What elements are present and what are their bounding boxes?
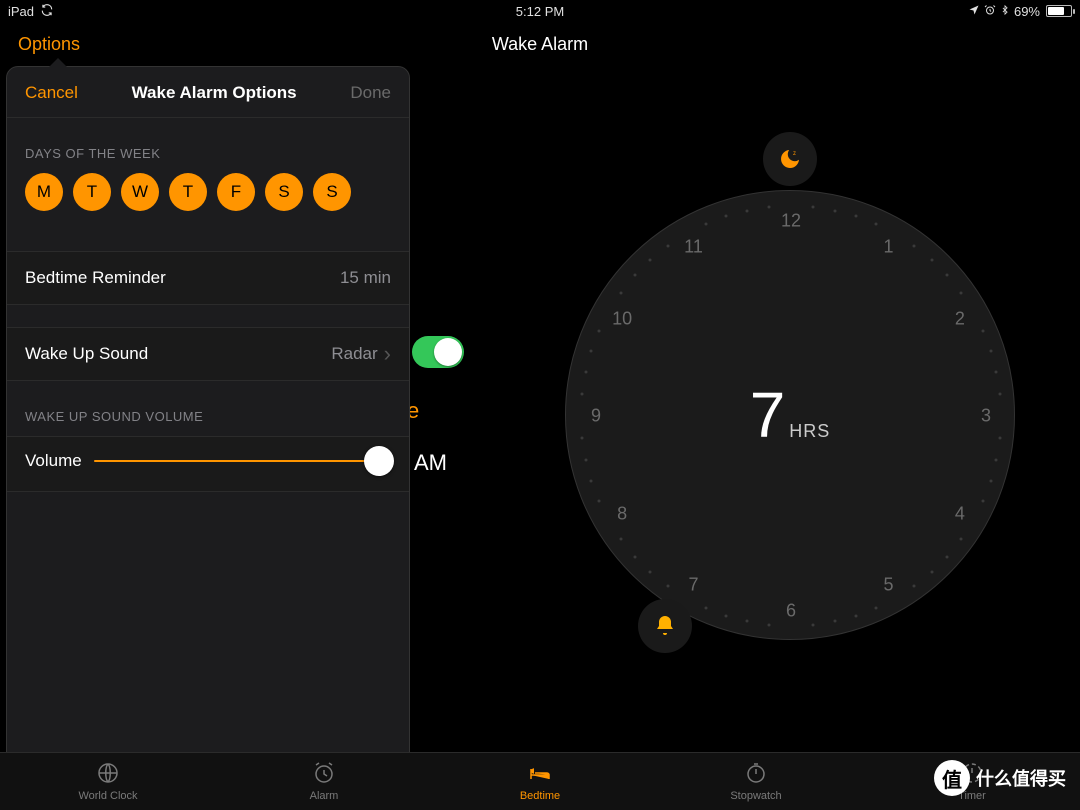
day-mon[interactable]: M [25,173,63,211]
volume-slider[interactable] [94,460,391,462]
day-tue[interactable]: T [73,173,111,211]
battery-percent: 69% [1014,4,1040,19]
bedtime-reminder-row[interactable]: Bedtime Reminder 15 min [7,252,409,304]
watermark: 值 什么值得买 [934,760,1066,796]
hour-label-7: 7 [682,574,706,595]
alarm-status-icon [984,4,996,19]
hour-label-12: 12 [779,211,803,232]
day-sat[interactable]: S [265,173,303,211]
tab-stopwatch[interactable]: Stopwatch [648,753,864,810]
bedtime-handle[interactable]: z [763,132,817,186]
status-bar: iPad 5:12 PM 69% [0,0,1080,22]
status-time: 5:12 PM [516,4,564,19]
day-thu[interactable]: T [169,173,207,211]
popover-title: Wake Alarm Options [132,83,297,103]
hour-label-11: 11 [682,237,706,258]
tab-bedtime[interactable]: Bedtime [432,753,648,810]
day-sun[interactable]: S [313,173,351,211]
volume-label: Volume [25,451,82,471]
options-popover: Cancel Wake Alarm Options Done DAYS OF T… [6,66,410,766]
day-fri[interactable]: F [217,173,255,211]
page-title: Wake Alarm [492,34,588,55]
tab-label: Stopwatch [730,790,781,802]
wake-handle[interactable] [638,599,692,653]
wake-alarm-toggle[interactable] [412,336,464,368]
bedtime-reminder-value: 15 min [340,268,391,288]
tab-bar: World Clock Alarm Bedtime Stopwatch Time… [0,752,1080,810]
tab-alarm[interactable]: Alarm [216,753,432,810]
wake-sound-row[interactable]: Wake Up Sound Radar › [7,328,409,380]
sync-icon [40,3,54,20]
hour-label-6: 6 [779,601,803,622]
location-icon [968,4,980,19]
day-wed[interactable]: W [121,173,159,211]
tab-label: World Clock [78,790,137,802]
wake-time-fragment: AM [414,450,447,476]
tab-label: Alarm [310,790,339,802]
tab-world-clock[interactable]: World Clock [0,753,216,810]
hour-label-1: 1 [877,237,901,258]
battery-icon [1046,5,1072,17]
bedtime-reminder-label: Bedtime Reminder [25,268,166,288]
bluetooth-icon [1000,4,1010,19]
options-button[interactable]: Options [18,34,80,55]
tab-label: Bedtime [520,790,560,802]
screen: iPad 5:12 PM 69% Options Wake Alarm ke A… [0,0,1080,810]
hour-label-9: 9 [584,406,608,427]
dial-unit: HRS [789,421,830,442]
alarm-clock-icon [312,761,336,788]
globe-icon [96,761,120,788]
days-row: M T W T F S S [7,173,409,229]
hour-label-5: 5 [877,574,901,595]
days-section-label: DAYS OF THE WEEK [7,118,409,173]
bedtime-dial[interactable]: 7 HRS 121234567891011 z [505,130,1075,700]
hour-label-8: 8 [610,503,634,524]
cancel-button[interactable]: Cancel [25,83,78,103]
done-button[interactable]: Done [350,83,391,103]
volume-thumb[interactable] [364,446,394,476]
hour-label-10: 10 [610,308,634,329]
svg-text:z: z [793,151,796,157]
wake-sound-value: Radar [331,344,377,364]
watermark-badge: 值 [934,760,970,796]
bed-icon [528,761,552,788]
hour-label-4: 4 [948,503,972,524]
wake-sound-label: Wake Up Sound [25,344,148,364]
dial-hours-value: 7 [750,378,786,452]
stopwatch-icon [744,761,768,788]
hour-label-2: 2 [948,308,972,329]
device-name: iPad [8,4,34,19]
dial-face: 7 HRS 121234567891011 [565,190,1015,640]
watermark-text: 什么值得买 [976,765,1066,791]
nav-bar: Options Wake Alarm [0,22,1080,66]
hour-label-3: 3 [974,406,998,427]
volume-section-label: WAKE UP SOUND VOLUME [7,381,409,436]
